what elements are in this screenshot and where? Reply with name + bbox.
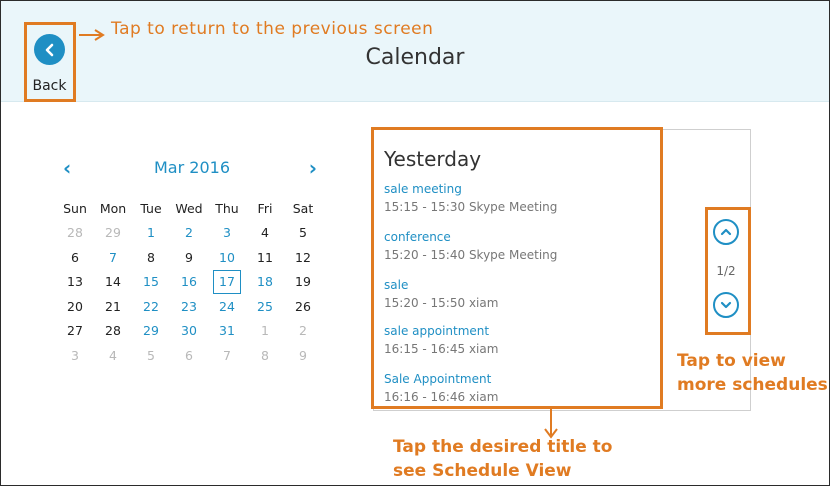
weekday-label: Tue: [140, 200, 162, 216]
calendar-day[interactable]: 18: [246, 270, 284, 294]
calendar-day[interactable]: 1: [132, 221, 170, 245]
calendar-day[interactable]: 7: [208, 343, 246, 367]
screen-frame: Calendar Back Tap to return to the previ…: [0, 0, 830, 486]
calendar-day[interactable]: 2: [284, 319, 322, 343]
calendar-day[interactable]: 5: [132, 343, 170, 367]
weekday-label: Wed: [175, 200, 203, 216]
calendar-day[interactable]: 23: [170, 294, 208, 318]
annotation-arrow-down-icon: [544, 409, 558, 439]
back-hint-text: Tap to return to the previous screen: [111, 19, 434, 39]
calendar-week-row: 6 7 8 9 10 11 12: [56, 245, 322, 270]
calendar-day[interactable]: 25: [246, 294, 284, 318]
calendar-day[interactable]: 12: [284, 245, 322, 269]
calendar-day[interactable]: 14: [94, 270, 132, 294]
calendar-day[interactable]: 6: [56, 245, 94, 269]
calendar-day[interactable]: 22: [132, 294, 170, 318]
calendar-day[interactable]: 13: [56, 270, 94, 294]
calendar-week-row: 28 29 1 2 3 4 5: [56, 221, 322, 246]
header-bar: Calendar Back: [1, 1, 829, 102]
weekday-label: Sun: [63, 200, 87, 216]
calendar-day[interactable]: 2: [170, 221, 208, 245]
calendar-day[interactable]: 27: [56, 319, 94, 343]
calendar-day[interactable]: 1: [246, 319, 284, 343]
calendar-day[interactable]: 28: [56, 221, 94, 245]
calendar-day[interactable]: 4: [94, 343, 132, 367]
schedule-highlight-box: [371, 127, 663, 409]
more-hint-text-line1: Tap to view: [677, 351, 786, 371]
calendar-day[interactable]: 3: [56, 343, 94, 367]
weekday-label: Sat: [292, 200, 314, 216]
back-highlight-box: [24, 22, 76, 102]
calendar-nav: ‹ Mar 2016 ›: [61, 156, 323, 180]
calendar-day[interactable]: 3: [208, 221, 246, 245]
calendar-day[interactable]: 26: [284, 294, 322, 318]
calendar-day[interactable]: 9: [170, 245, 208, 269]
calendar-day[interactable]: 19: [284, 270, 322, 294]
calendar-day[interactable]: 24: [208, 294, 246, 318]
title-hint-text-line1: Tap the desired title to: [393, 437, 613, 457]
calendar-day[interactable]: 20: [56, 294, 94, 318]
title-hint-text-line2: see Schedule View: [393, 461, 572, 481]
calendar-day[interactable]: 4: [246, 221, 284, 245]
weekday-label: Thu: [215, 200, 239, 216]
calendar-day[interactable]: 11: [246, 245, 284, 269]
weekday-label: Fri: [257, 200, 273, 216]
page-title: Calendar: [365, 45, 465, 70]
calendar-day[interactable]: 10: [208, 245, 246, 269]
calendar-day[interactable]: 16: [170, 270, 208, 294]
weekday-label: Mon: [99, 200, 127, 216]
calendar-month: Mar 2016: [154, 158, 230, 177]
calendar-day[interactable]: 9: [284, 343, 322, 367]
weekday-header: Sun Mon Tue Wed Thu Fri Sat: [56, 196, 322, 221]
calendar-week-row: 27 28 29 30 31 1 2: [56, 319, 322, 344]
calendar-week-row: 13 14 15 16 17 18 19: [56, 269, 322, 295]
pager-highlight-box: [705, 207, 751, 335]
calendar-day[interactable]: 8: [246, 343, 284, 367]
calendar-day[interactable]: 29: [94, 221, 132, 245]
calendar-day[interactable]: 28: [94, 319, 132, 343]
more-hint-text-line2: more schedules: [677, 375, 828, 395]
calendar-day[interactable]: 15: [132, 270, 170, 294]
calendar-grid: Sun Mon Tue Wed Thu Fri Sat 28 29 1 2 3 4 5 6 7 8 9 10 11 1…: [56, 196, 322, 368]
next-month-icon[interactable]: ›: [309, 156, 317, 180]
calendar-day[interactable]: 7: [94, 245, 132, 269]
annotation-arrow-icon: [79, 29, 105, 41]
calendar-day[interactable]: 8: [132, 245, 170, 269]
calendar-day[interactable]: 31: [208, 319, 246, 343]
calendar-day[interactable]: 30: [170, 319, 208, 343]
calendar-week-row: 20 21 22 23 24 25 26: [56, 294, 322, 319]
calendar-day-today[interactable]: 17: [213, 269, 241, 294]
calendar-day[interactable]: 6: [170, 343, 208, 367]
calendar-day[interactable]: 5: [284, 221, 322, 245]
calendar-day[interactable]: 29: [132, 319, 170, 343]
calendar-week-row: 3456789: [56, 343, 322, 368]
calendar-day[interactable]: 21: [94, 294, 132, 318]
